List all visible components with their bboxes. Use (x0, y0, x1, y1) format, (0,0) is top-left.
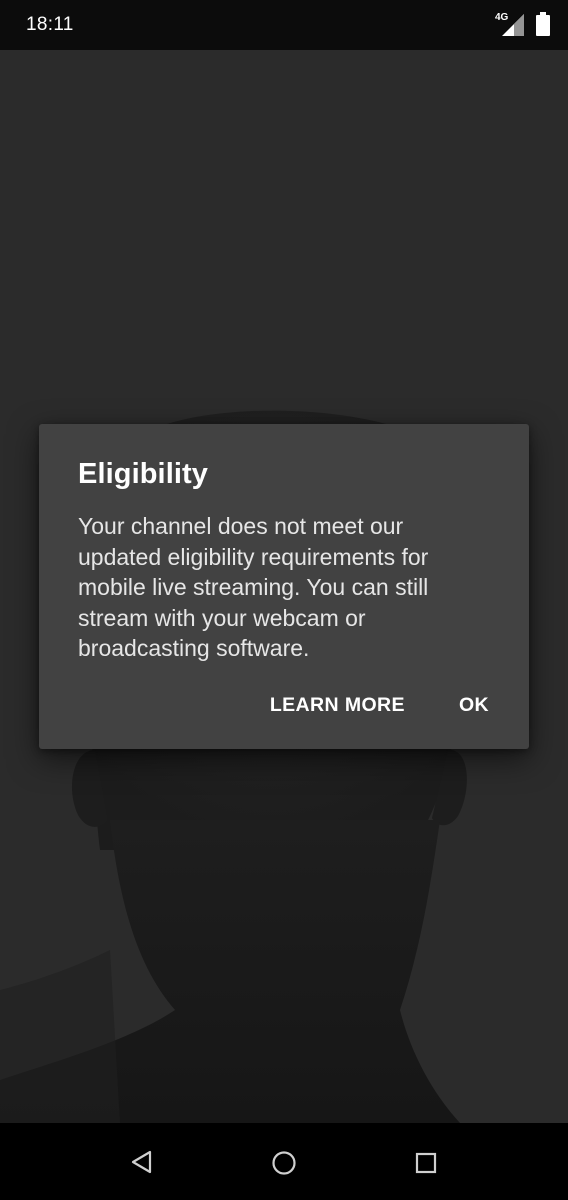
status-bar: 18:11 4G (0, 0, 568, 50)
learn-more-button[interactable]: LEARN MORE (254, 684, 421, 727)
dialog-actions: LEARN MORE OK (254, 684, 505, 727)
signal-icon (502, 14, 524, 36)
app-screen: 18:11 4G Eligibility Your channel does n… (0, 0, 568, 1200)
dialog-message: Your channel does not meet our updated e… (78, 513, 429, 661)
ok-button[interactable]: OK (443, 684, 505, 727)
home-circle-icon[interactable] (271, 1150, 297, 1176)
battery-icon (536, 12, 550, 36)
eligibility-dialog: Eligibility Your channel does not meet o… (39, 424, 529, 749)
back-triangle-icon[interactable] (130, 1150, 154, 1174)
dialog-title: Eligibility (78, 458, 208, 490)
recents-square-icon[interactable] (414, 1151, 438, 1175)
status-time: 18:11 (26, 14, 74, 35)
navigation-bar (0, 1123, 568, 1200)
